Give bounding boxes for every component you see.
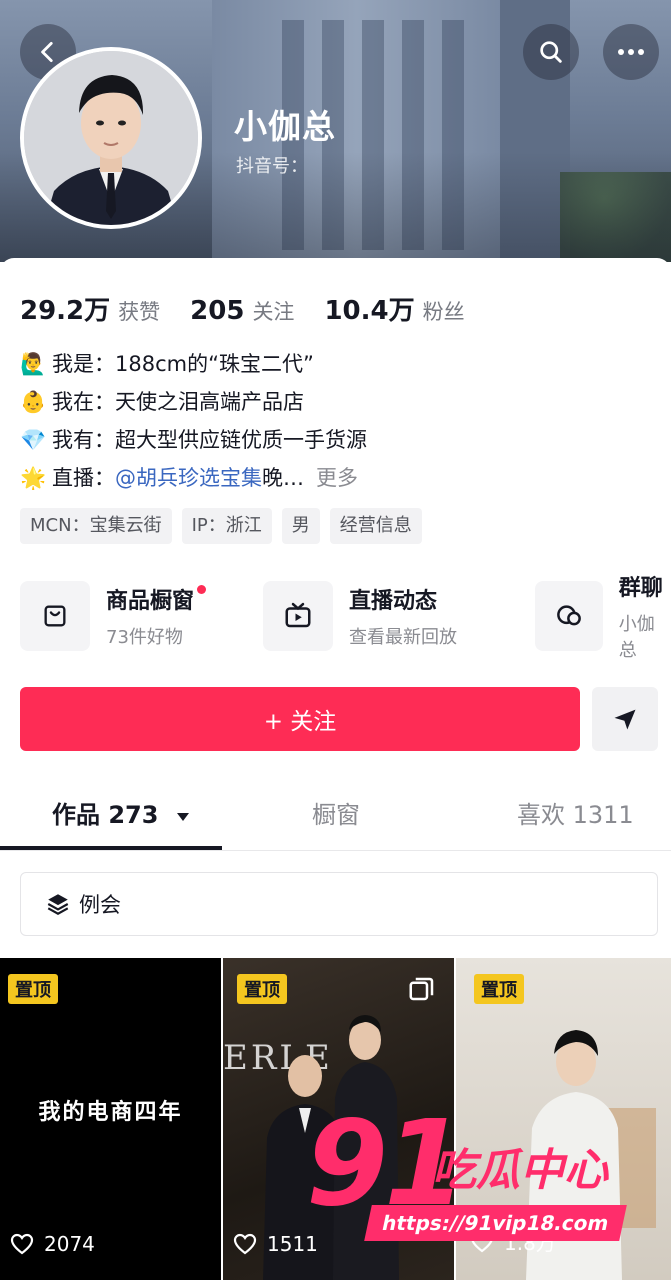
tab-showcase[interactable]: 橱窗 bbox=[312, 795, 360, 835]
service-group-chat[interactable]: 群聊 小伽总 bbox=[535, 576, 671, 661]
watermark-text: 吃瓜中心 bbox=[432, 1145, 608, 1196]
search-icon bbox=[540, 41, 562, 63]
baby-emoji-icon: 👶 bbox=[20, 390, 47, 414]
bio-line: 👶 我在：天使之泪高端产品店 bbox=[20, 385, 660, 419]
chat-icon bbox=[556, 605, 581, 626]
followers-count[interactable]: 10.4万 bbox=[324, 290, 414, 327]
likes-label: 获赞 bbox=[118, 300, 161, 324]
likes-count: 2074 bbox=[44, 1232, 95, 1256]
heart-icon bbox=[10, 1233, 34, 1255]
followers-label: 粉丝 bbox=[422, 300, 465, 324]
tab-likes[interactable]: 喜欢 1311 bbox=[517, 795, 634, 835]
bio-text: 直播： bbox=[52, 466, 115, 490]
bio-text: 我有：超大型供应链优质一手货源 bbox=[52, 428, 367, 452]
douyin-id[interactable]: 抖音号： bbox=[236, 152, 308, 178]
service-subtitle: 查看最新回放 bbox=[349, 627, 457, 648]
service-subtitle: 73件好物 bbox=[106, 627, 183, 648]
notification-dot bbox=[197, 585, 207, 594]
service-live[interactable]: 直播动态 查看最新回放 bbox=[263, 578, 457, 654]
search-button[interactable] bbox=[523, 24, 579, 80]
profile-nickname: 小伽总 bbox=[234, 107, 336, 146]
watermark-url: https://91vip18.com bbox=[364, 1205, 627, 1241]
profile-stats: 29.2万 获赞 205 关注 10.4万 粉丝 bbox=[20, 290, 495, 327]
avatar-portrait bbox=[24, 51, 198, 225]
tag-business-info[interactable]: 经营信息 bbox=[329, 508, 422, 544]
thumbnail-caption: 我的电商四年 bbox=[38, 1099, 183, 1125]
pinned-badge: 置顶 bbox=[8, 974, 58, 1004]
layers-icon bbox=[47, 894, 69, 915]
service-title: 直播动态 bbox=[349, 589, 438, 614]
send-icon bbox=[614, 709, 636, 730]
collection-label: 例会 bbox=[79, 893, 121, 917]
bio-line: 💎 我有：超大型供应链优质一手货源 bbox=[20, 423, 660, 457]
service-title: 商品橱窗 bbox=[106, 589, 195, 614]
profile-tags: MCN：宝集云街 IP：浙江 男 经营信息 bbox=[20, 508, 432, 544]
shopping-bag-icon bbox=[44, 605, 66, 627]
caret-down-icon bbox=[176, 813, 189, 821]
chevron-left-icon bbox=[41, 41, 53, 63]
service-title: 群聊 bbox=[618, 576, 663, 601]
gem-emoji-icon: 💎 bbox=[20, 428, 47, 452]
tv-icon bbox=[285, 602, 311, 628]
site-watermark: 91 吃瓜中心 https://91vip18.com bbox=[300, 1104, 660, 1258]
bio-text: 我是：188cm的“珠宝二代” bbox=[52, 352, 314, 376]
message-button[interactable] bbox=[592, 687, 658, 751]
pinned-badge: 置顶 bbox=[237, 974, 287, 1004]
douyin-id-label: 抖音号： bbox=[236, 156, 308, 177]
tag-ip: IP：浙江 bbox=[181, 508, 272, 544]
following-label: 关注 bbox=[252, 300, 295, 324]
bio-text: 我在：天使之泪高端产品店 bbox=[52, 390, 304, 414]
multi-image-icon bbox=[409, 977, 434, 1001]
tag-mcn[interactable]: MCN：宝集云街 bbox=[20, 508, 172, 544]
service-subtitle: 小伽总 bbox=[618, 614, 655, 661]
person-emoji-icon: 🙋‍♂️ bbox=[20, 352, 47, 376]
service-showcase[interactable]: 商品橱窗 73件好物 bbox=[20, 578, 207, 654]
tab-works[interactable]: 作品 273 bbox=[52, 795, 191, 835]
bio-line: 🙋‍♂️ 我是：188cm的“珠宝二代” bbox=[20, 347, 660, 381]
following-count[interactable]: 205 bbox=[190, 296, 244, 326]
tag-gender: 男 bbox=[281, 508, 320, 544]
bio-text: 晚… bbox=[262, 466, 304, 490]
bio-line: 🌟 直播： @胡兵珍选宝集 晚… 更多 bbox=[20, 461, 660, 495]
tab-works-label: 作品 273 bbox=[52, 801, 159, 829]
pinned-badge: 置顶 bbox=[474, 974, 524, 1004]
more-button[interactable] bbox=[603, 24, 659, 80]
likes-count[interactable]: 29.2万 bbox=[20, 290, 110, 327]
heart-icon bbox=[233, 1233, 257, 1255]
star-emoji-icon: 🌟 bbox=[20, 466, 47, 490]
bio-more-button[interactable]: 更多 bbox=[316, 461, 358, 495]
collection-filter[interactable]: 例会 bbox=[20, 872, 658, 936]
more-dots-icon bbox=[618, 49, 644, 55]
video-thumbnail[interactable]: 置顶 我的电商四年 2074 bbox=[0, 958, 221, 1280]
follow-button[interactable]: + 关注 bbox=[20, 687, 580, 751]
avatar[interactable] bbox=[20, 47, 202, 229]
bio-mention-link[interactable]: @胡兵珍选宝集 bbox=[115, 461, 262, 495]
